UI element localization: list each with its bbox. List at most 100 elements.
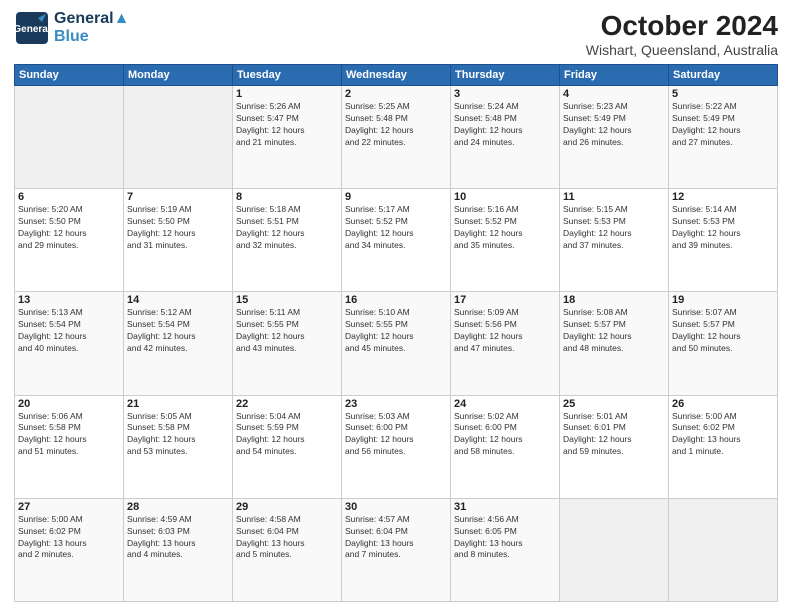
calendar-cell: 17Sunrise: 5:09 AM Sunset: 5:56 PM Dayli… — [451, 292, 560, 395]
day-number: 11 — [563, 191, 665, 203]
day-number: 20 — [18, 398, 120, 410]
day-info: Sunrise: 5:05 AM Sunset: 5:58 PM Dayligh… — [127, 411, 229, 459]
day-info: Sunrise: 5:15 AM Sunset: 5:53 PM Dayligh… — [563, 204, 665, 252]
day-number: 6 — [18, 191, 120, 203]
calendar-cell: 2Sunrise: 5:25 AM Sunset: 5:48 PM Daylig… — [342, 86, 451, 189]
calendar-cell: 28Sunrise: 4:59 AM Sunset: 6:03 PM Dayli… — [124, 498, 233, 601]
day-info: Sunrise: 4:56 AM Sunset: 6:05 PM Dayligh… — [454, 514, 556, 562]
weekday-header-sunday: Sunday — [15, 65, 124, 86]
day-info: Sunrise: 5:08 AM Sunset: 5:57 PM Dayligh… — [563, 307, 665, 355]
calendar-cell: 26Sunrise: 5:00 AM Sunset: 6:02 PM Dayli… — [669, 395, 778, 498]
day-number: 21 — [127, 398, 229, 410]
day-info: Sunrise: 5:02 AM Sunset: 6:00 PM Dayligh… — [454, 411, 556, 459]
day-number: 24 — [454, 398, 556, 410]
day-info: Sunrise: 5:09 AM Sunset: 5:56 PM Dayligh… — [454, 307, 556, 355]
day-info: Sunrise: 4:58 AM Sunset: 6:04 PM Dayligh… — [236, 514, 338, 562]
day-info: Sunrise: 5:22 AM Sunset: 5:49 PM Dayligh… — [672, 101, 774, 149]
weekday-header-monday: Monday — [124, 65, 233, 86]
calendar-week-2: 13Sunrise: 5:13 AM Sunset: 5:54 PM Dayli… — [15, 292, 778, 395]
calendar-cell: 1Sunrise: 5:26 AM Sunset: 5:47 PM Daylig… — [233, 86, 342, 189]
calendar-cell: 27Sunrise: 5:00 AM Sunset: 6:02 PM Dayli… — [15, 498, 124, 601]
day-info: Sunrise: 5:12 AM Sunset: 5:54 PM Dayligh… — [127, 307, 229, 355]
day-number: 23 — [345, 398, 447, 410]
day-number: 17 — [454, 294, 556, 306]
logo: General General▲ Blue — [14, 10, 129, 46]
day-number: 2 — [345, 88, 447, 100]
day-info: Sunrise: 5:13 AM Sunset: 5:54 PM Dayligh… — [18, 307, 120, 355]
day-info: Sunrise: 5:10 AM Sunset: 5:55 PM Dayligh… — [345, 307, 447, 355]
day-info: Sunrise: 5:03 AM Sunset: 6:00 PM Dayligh… — [345, 411, 447, 459]
day-info: Sunrise: 5:00 AM Sunset: 6:02 PM Dayligh… — [18, 514, 120, 562]
day-number: 15 — [236, 294, 338, 306]
day-number: 16 — [345, 294, 447, 306]
weekday-header-wednesday: Wednesday — [342, 65, 451, 86]
calendar-cell: 7Sunrise: 5:19 AM Sunset: 5:50 PM Daylig… — [124, 189, 233, 292]
calendar-cell: 10Sunrise: 5:16 AM Sunset: 5:52 PM Dayli… — [451, 189, 560, 292]
calendar-title: October 2024 — [586, 10, 778, 42]
day-info: Sunrise: 5:26 AM Sunset: 5:47 PM Dayligh… — [236, 101, 338, 149]
day-info: Sunrise: 5:19 AM Sunset: 5:50 PM Dayligh… — [127, 204, 229, 252]
day-info: Sunrise: 5:18 AM Sunset: 5:51 PM Dayligh… — [236, 204, 338, 252]
weekday-row: SundayMondayTuesdayWednesdayThursdayFrid… — [15, 65, 778, 86]
day-info: Sunrise: 4:59 AM Sunset: 6:03 PM Dayligh… — [127, 514, 229, 562]
day-number: 3 — [454, 88, 556, 100]
calendar-cell: 14Sunrise: 5:12 AM Sunset: 5:54 PM Dayli… — [124, 292, 233, 395]
calendar-cell: 8Sunrise: 5:18 AM Sunset: 5:51 PM Daylig… — [233, 189, 342, 292]
calendar-cell: 4Sunrise: 5:23 AM Sunset: 5:49 PM Daylig… — [560, 86, 669, 189]
calendar-cell: 6Sunrise: 5:20 AM Sunset: 5:50 PM Daylig… — [15, 189, 124, 292]
day-number: 14 — [127, 294, 229, 306]
calendar-cell: 13Sunrise: 5:13 AM Sunset: 5:54 PM Dayli… — [15, 292, 124, 395]
day-info: Sunrise: 5:24 AM Sunset: 5:48 PM Dayligh… — [454, 101, 556, 149]
weekday-header-saturday: Saturday — [669, 65, 778, 86]
calendar-cell: 30Sunrise: 4:57 AM Sunset: 6:04 PM Dayli… — [342, 498, 451, 601]
weekday-header-friday: Friday — [560, 65, 669, 86]
day-number: 4 — [563, 88, 665, 100]
day-number: 29 — [236, 501, 338, 513]
day-number: 30 — [345, 501, 447, 513]
day-info: Sunrise: 5:16 AM Sunset: 5:52 PM Dayligh… — [454, 204, 556, 252]
calendar-cell: 9Sunrise: 5:17 AM Sunset: 5:52 PM Daylig… — [342, 189, 451, 292]
day-info: Sunrise: 5:17 AM Sunset: 5:52 PM Dayligh… — [345, 204, 447, 252]
calendar-cell: 29Sunrise: 4:58 AM Sunset: 6:04 PM Dayli… — [233, 498, 342, 601]
calendar-cell: 23Sunrise: 5:03 AM Sunset: 6:00 PM Dayli… — [342, 395, 451, 498]
day-info: Sunrise: 5:14 AM Sunset: 5:53 PM Dayligh… — [672, 204, 774, 252]
day-number: 7 — [127, 191, 229, 203]
day-number: 27 — [18, 501, 120, 513]
weekday-header-tuesday: Tuesday — [233, 65, 342, 86]
day-number: 8 — [236, 191, 338, 203]
calendar-week-4: 27Sunrise: 5:00 AM Sunset: 6:02 PM Dayli… — [15, 498, 778, 601]
day-number: 28 — [127, 501, 229, 513]
day-number: 22 — [236, 398, 338, 410]
day-number: 13 — [18, 294, 120, 306]
calendar-cell: 21Sunrise: 5:05 AM Sunset: 5:58 PM Dayli… — [124, 395, 233, 498]
day-info: Sunrise: 5:20 AM Sunset: 5:50 PM Dayligh… — [18, 204, 120, 252]
day-number: 9 — [345, 191, 447, 203]
day-info: Sunrise: 5:23 AM Sunset: 5:49 PM Dayligh… — [563, 101, 665, 149]
calendar-cell: 3Sunrise: 5:24 AM Sunset: 5:48 PM Daylig… — [451, 86, 560, 189]
day-info: Sunrise: 5:00 AM Sunset: 6:02 PM Dayligh… — [672, 411, 774, 459]
day-info: Sunrise: 5:11 AM Sunset: 5:55 PM Dayligh… — [236, 307, 338, 355]
calendar-cell: 31Sunrise: 4:56 AM Sunset: 6:05 PM Dayli… — [451, 498, 560, 601]
calendar-body: 1Sunrise: 5:26 AM Sunset: 5:47 PM Daylig… — [15, 86, 778, 602]
day-info: Sunrise: 4:57 AM Sunset: 6:04 PM Dayligh… — [345, 514, 447, 562]
calendar-cell: 22Sunrise: 5:04 AM Sunset: 5:59 PM Dayli… — [233, 395, 342, 498]
calendar-cell: 5Sunrise: 5:22 AM Sunset: 5:49 PM Daylig… — [669, 86, 778, 189]
calendar-cell: 18Sunrise: 5:08 AM Sunset: 5:57 PM Dayli… — [560, 292, 669, 395]
calendar-week-1: 6Sunrise: 5:20 AM Sunset: 5:50 PM Daylig… — [15, 189, 778, 292]
day-info: Sunrise: 5:07 AM Sunset: 5:57 PM Dayligh… — [672, 307, 774, 355]
day-number: 25 — [563, 398, 665, 410]
logo-svg: General — [14, 10, 50, 46]
calendar-subtitle: Wishart, Queensland, Australia — [586, 42, 778, 58]
calendar-week-3: 20Sunrise: 5:06 AM Sunset: 5:58 PM Dayli… — [15, 395, 778, 498]
calendar-table: SundayMondayTuesdayWednesdayThursdayFrid… — [14, 64, 778, 602]
day-number: 10 — [454, 191, 556, 203]
calendar-cell: 20Sunrise: 5:06 AM Sunset: 5:58 PM Dayli… — [15, 395, 124, 498]
day-info: Sunrise: 5:04 AM Sunset: 5:59 PM Dayligh… — [236, 411, 338, 459]
day-number: 26 — [672, 398, 774, 410]
day-number: 31 — [454, 501, 556, 513]
logo-text-area: General▲ Blue — [54, 10, 129, 45]
day-number: 19 — [672, 294, 774, 306]
calendar-cell: 16Sunrise: 5:10 AM Sunset: 5:55 PM Dayli… — [342, 292, 451, 395]
day-number: 18 — [563, 294, 665, 306]
weekday-header-thursday: Thursday — [451, 65, 560, 86]
